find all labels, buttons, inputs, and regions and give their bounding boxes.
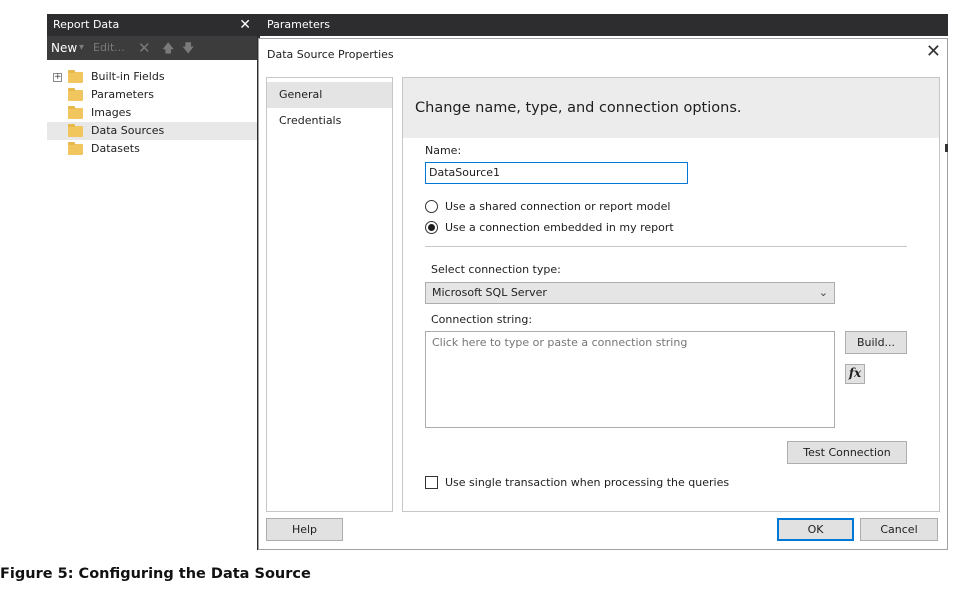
name-input[interactable]: DataSource1 [425,162,688,184]
new-button[interactable]: New [51,36,77,60]
connection-type-select[interactable]: Microsoft SQL Server ⌄ [425,282,835,304]
folder-icon [68,70,83,83]
cancel-button[interactable]: Cancel [860,518,938,541]
expand-icon[interactable]: + [53,73,62,82]
nav-item-general[interactable]: General [267,82,392,108]
connection-string-label: Connection string: [431,313,533,326]
figure-caption: Figure 5: Configuring the Data Source [0,566,311,582]
folder-icon [68,88,83,101]
move-up-icon[interactable]: 🡅 [162,36,174,60]
data-source-properties-dialog: Data Source Properties ✕ General Credent… [258,38,948,550]
report-data-toolbar: New ▾ Edit... ✕ 🡅 🡇 [47,36,257,60]
folder-icon [68,106,83,119]
tree-item-label: Parameters [91,88,154,101]
chevron-down-icon: ⌄ [818,286,828,299]
folder-icon [68,142,83,155]
parameters-header: Parameters [260,14,948,36]
radio-shared-label[interactable]: Use a shared connection or report model [445,200,670,213]
dialog-title: Data Source Properties [267,48,394,61]
ok-button[interactable]: OK [777,518,854,541]
tree-item-parameters[interactable]: Parameters [47,86,257,104]
content-heading: Change name, type, and connection option… [403,78,939,138]
dialog-nav: General Credentials [266,77,393,512]
nav-item-credentials[interactable]: Credentials [267,108,392,134]
report-data-title-bar: Report Data ✕ [47,14,257,36]
tree-item-label: Data Sources [91,124,165,137]
build-button[interactable]: Build... [845,331,907,354]
help-button[interactable]: Help [266,518,343,541]
tree-item-label: Images [91,106,132,119]
report-data-title: Report Data [53,18,120,31]
connection-type-value: Microsoft SQL Server [432,286,547,299]
divider [425,246,907,247]
folder-icon [68,124,83,137]
tree-item-label: Datasets [91,142,140,155]
tree-item-datasets[interactable]: Datasets [47,140,257,158]
background-edge [945,144,948,152]
connection-string-textarea[interactable]: Click here to type or paste a connection… [425,331,835,428]
tree-item-built-in-fields[interactable]: + Built-in Fields [47,68,257,86]
test-connection-button[interactable]: Test Connection [787,441,907,464]
name-label: Name: [425,144,462,157]
new-dropdown-arrow-icon[interactable]: ▾ [79,36,84,60]
delete-icon[interactable]: ✕ [138,36,151,60]
tree-item-label: Built-in Fields [91,70,165,83]
edit-button[interactable]: Edit... [93,36,125,60]
radio-shared-connection[interactable] [425,200,438,213]
connection-type-label: Select connection type: [431,263,561,276]
expression-fx-icon[interactable]: fx [845,364,865,384]
single-transaction-label[interactable]: Use single transaction when processing t… [445,476,729,489]
close-icon[interactable]: ✕ [239,14,251,36]
radio-embedded-label[interactable]: Use a connection embedded in my report [445,221,674,234]
radio-embedded-connection[interactable] [425,221,438,234]
report-data-tree: + Built-in Fields Parameters Images Data… [47,60,257,550]
tree-item-images[interactable]: Images [47,104,257,122]
single-transaction-checkbox[interactable] [425,476,438,489]
dialog-content: Change name, type, and connection option… [402,77,940,512]
move-down-icon[interactable]: 🡇 [182,36,194,60]
dialog-close-icon[interactable]: ✕ [926,41,941,63]
tree-item-data-sources[interactable]: Data Sources [47,122,257,140]
